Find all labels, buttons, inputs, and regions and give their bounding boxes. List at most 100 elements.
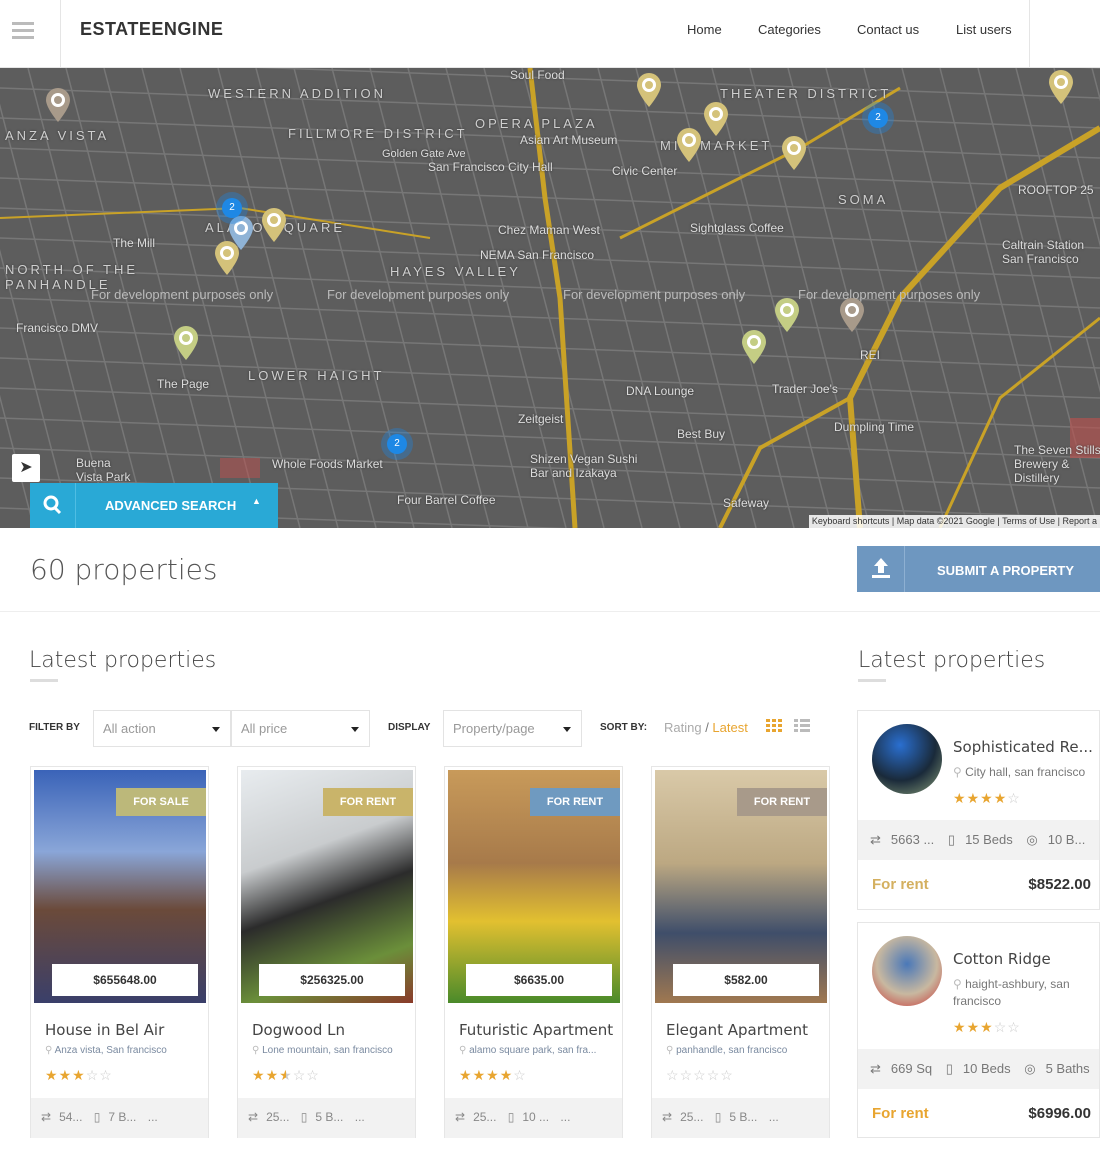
map-label: ANZA VISTA (5, 128, 110, 143)
location-text: Lone mountain, san francisco (262, 1045, 393, 1056)
property-title[interactable]: Dogwood Ln (252, 1021, 345, 1039)
map-marker-icon[interactable] (636, 73, 662, 107)
map-label: WESTERN ADDITION (208, 86, 387, 101)
property-location: ⚲ haight-ashbury, san francisco (953, 976, 1098, 1010)
display-label: DISPLAY (388, 722, 431, 733)
per-page-select[interactable]: Property/page (443, 710, 582, 747)
bed-icon: ▯ (945, 1061, 953, 1076)
map-marker-icon[interactable] (774, 298, 800, 332)
locate-me-icon[interactable]: ➤ (12, 454, 40, 482)
list-view-icon[interactable] (794, 719, 810, 738)
map-marker-icon[interactable] (781, 136, 807, 170)
property-features: ⇄ 25... ▯ 5 B... ... (652, 1098, 829, 1138)
property-location: ⚲ panhandle, san francisco (666, 1045, 826, 1056)
property-image[interactable]: FOR RENT $256325.00 (241, 770, 413, 1003)
map[interactable]: WESTERN ADDITION ANZA VISTA FILLMORE DIS… (0, 68, 1100, 528)
property-card[interactable]: FOR SALE $655648.00 House in Bel Air ⚲ A… (30, 766, 209, 1138)
property-title[interactable]: House in Bel Air (45, 1021, 164, 1039)
submit-property-button[interactable]: SUBMIT A PROPERTY (857, 546, 1100, 592)
map-marker-icon[interactable] (741, 330, 767, 364)
property-image[interactable]: FOR RENT $582.00 (655, 770, 827, 1003)
map-place: Buena Vista Park (76, 456, 131, 484)
map-pin-icon: ⚲ (252, 1045, 263, 1056)
map-marker-icon[interactable] (839, 298, 865, 332)
map-marker-icon[interactable] (1048, 70, 1074, 104)
map-place: Golden Gate Ave (382, 148, 466, 160)
sort-rating[interactable]: Rating (664, 720, 702, 735)
property-location: ⚲ Lone mountain, san francisco (252, 1045, 412, 1056)
rating-stars: ★★★★☆ (953, 790, 1021, 806)
map-marker-icon[interactable] (45, 88, 71, 122)
property-thumbnail[interactable] (872, 936, 942, 1006)
map-marker-icon[interactable] (228, 216, 254, 250)
search-icon (30, 483, 76, 528)
logo[interactable]: ESTATEENGINE (80, 19, 223, 40)
map-place: Dumpling Time (834, 420, 915, 434)
action-select-value: All action (103, 721, 156, 736)
map-cluster[interactable]: 2 (222, 198, 242, 218)
advanced-search-button[interactable]: ADVANCED SEARCH ▲ (30, 483, 278, 528)
map-place: Safeway (723, 496, 770, 510)
beds-value: 10 ... (522, 1110, 550, 1124)
property-image[interactable]: FOR SALE $655648.00 (34, 770, 206, 1003)
property-features: ⇄ 25... ▯ 10 ... ... (445, 1098, 622, 1138)
map-cluster[interactable]: 2 (868, 108, 888, 128)
listing-type: For rent (872, 1105, 929, 1122)
nav-list-users[interactable]: List users (956, 22, 1012, 37)
divider (0, 611, 1100, 612)
map-place: Chez Maman West (498, 223, 600, 237)
beds-value: 15 Beds (965, 832, 1013, 847)
map-marker-icon[interactable] (703, 102, 729, 136)
map-place: The Mill (113, 236, 156, 250)
map-label: OPERA PLAZA (475, 116, 598, 131)
map-marker-icon[interactable] (173, 326, 199, 360)
terms-link[interactable]: Terms of Use (1002, 516, 1055, 526)
action-select[interactable]: All action (93, 710, 231, 747)
divider (1029, 0, 1030, 68)
report-link[interactable]: Report a (1062, 516, 1097, 526)
area-value: 25... (680, 1110, 704, 1124)
map-marker-icon[interactable] (676, 128, 702, 162)
property-title[interactable]: Cotton Ridge (953, 950, 1051, 968)
property-title[interactable]: Elegant Apartment (666, 1021, 808, 1039)
property-location: ⚲ alamo square park, san fra... (459, 1045, 619, 1056)
property-card[interactable]: FOR RENT $256325.00 Dogwood Ln ⚲ Lone mo… (237, 766, 416, 1138)
area-value: 54... (59, 1110, 83, 1124)
area-icon: ⇄ (248, 1110, 259, 1124)
top-header: ESTATEENGINE Home Categories Contact us … (0, 0, 1100, 68)
grid-view-icon[interactable] (766, 719, 782, 738)
area-icon: ⇄ (455, 1110, 466, 1124)
area-value: 5663 ... (890, 832, 935, 847)
sort-latest[interactable]: Latest (712, 720, 747, 735)
map-label: HAYES VALLEY (390, 264, 521, 279)
price-select[interactable]: All price (231, 710, 370, 747)
status-badge: FOR RENT (737, 788, 827, 816)
title-underline (30, 679, 58, 682)
nav-contact-us[interactable]: Contact us (857, 22, 919, 37)
property-card[interactable]: FOR RENT $6635.00 Futuristic Apartment ⚲… (444, 766, 623, 1138)
map-data-text: Map data ©2021 Google (896, 516, 995, 526)
property-title[interactable]: Sophisticated Re... (953, 738, 1093, 756)
map-watermark: For development purposes only (327, 287, 510, 302)
nav-categories[interactable]: Categories (758, 22, 821, 37)
menu-icon[interactable] (12, 22, 34, 40)
property-title[interactable]: Futuristic Apartment (459, 1021, 613, 1039)
submit-property-label: SUBMIT A PROPERTY (937, 563, 1074, 578)
map-cluster[interactable]: 2 (387, 434, 407, 454)
map-marker-icon[interactable] (261, 208, 287, 242)
property-card[interactable]: FOR RENT $582.00 Elegant Apartment ⚲ pan… (651, 766, 830, 1138)
area-icon: ⇄ (870, 1061, 881, 1076)
area-icon: ⇄ (662, 1110, 673, 1124)
sidebar-property-card[interactable]: Cotton Ridge ⚲ haight-ashbury, san franc… (857, 922, 1100, 1138)
property-location: ⚲ Anza vista, San francisco (45, 1045, 205, 1056)
rating-stars: ★★★☆☆ (953, 1019, 1021, 1035)
keyboard-shortcuts-link[interactable]: Keyboard shortcuts (812, 516, 890, 526)
map-label: FILLMORE DISTRICT (288, 126, 468, 141)
map-place: Zeitgeist (518, 412, 564, 426)
sidebar-property-card[interactable]: Sophisticated Re... ⚲ City hall, san fra… (857, 710, 1100, 910)
property-image[interactable]: FOR RENT $6635.00 (448, 770, 620, 1003)
property-thumbnail[interactable] (872, 724, 942, 794)
nav-home[interactable]: Home (687, 22, 722, 37)
map-place: Asian Art Museum (520, 133, 618, 147)
location-text: haight-ashbury, san francisco (953, 977, 1070, 1008)
